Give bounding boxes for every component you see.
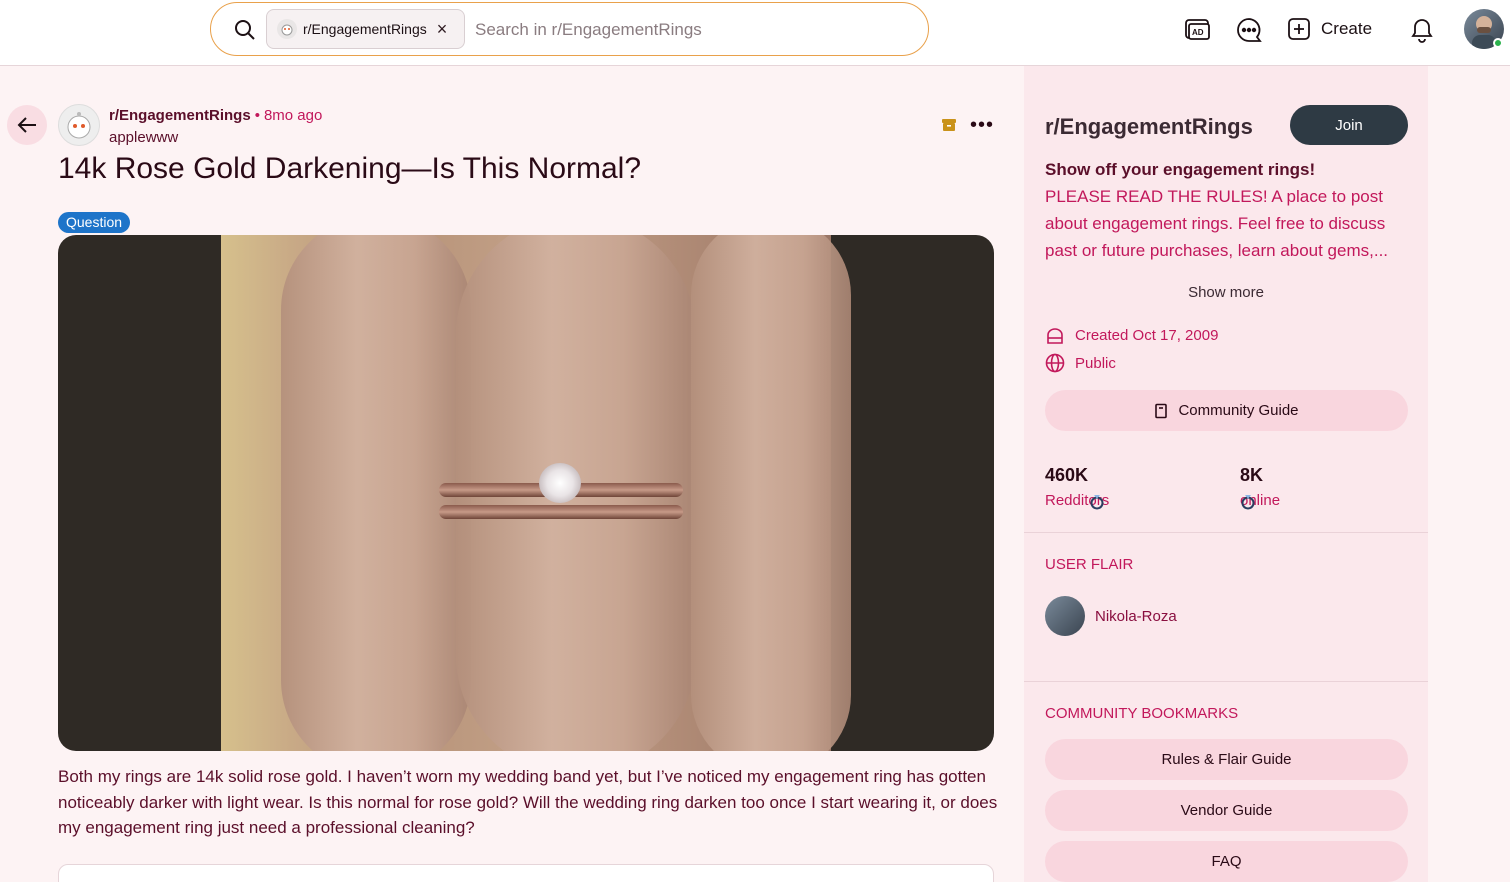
ring-photo bbox=[221, 235, 851, 751]
comment-box[interactable] bbox=[58, 864, 994, 882]
bookmarks-heading: COMMUNITY BOOKMARKS bbox=[1045, 705, 1239, 722]
search-bar[interactable]: r/EngagementRings × Search in r/Engageme… bbox=[210, 2, 929, 56]
book-icon bbox=[1155, 403, 1168, 418]
divider bbox=[1024, 532, 1428, 533]
sidebar-tagline: Show off your engagement rings! bbox=[1045, 160, 1316, 179]
bell-icon[interactable] bbox=[1408, 16, 1436, 44]
sidebar: r/EngagementRings Join Show off your eng… bbox=[1024, 66, 1428, 882]
post-time: 8mo ago bbox=[263, 107, 323, 124]
bookmark-rules-button[interactable]: Rules & Flair Guide bbox=[1045, 739, 1408, 780]
subreddit-avatar-icon bbox=[277, 19, 297, 39]
user-flair[interactable]: Nikola-Roza bbox=[1045, 596, 1177, 636]
arrow-left-icon bbox=[17, 117, 36, 133]
visibility-info: Public bbox=[1045, 353, 1116, 373]
user-flair-name: Nikola-Roza bbox=[1095, 607, 1177, 625]
ring-icon bbox=[1241, 495, 1255, 510]
ring-icon bbox=[1090, 495, 1104, 510]
top-header: r/EngagementRings × Search in r/Engageme… bbox=[0, 0, 1510, 66]
cake-icon bbox=[1047, 328, 1063, 344]
community-guide-button[interactable]: Community Guide bbox=[1045, 390, 1408, 431]
plus-square-icon bbox=[1288, 18, 1310, 40]
post-image[interactable] bbox=[58, 235, 994, 751]
sidebar-title: r/EngagementRings bbox=[1045, 114, 1253, 139]
more-options-icon[interactable]: ••• bbox=[970, 114, 994, 137]
divider bbox=[1024, 681, 1428, 682]
subreddit-link[interactable]: r/EngagementRings bbox=[109, 107, 251, 124]
show-more-button[interactable]: Show more bbox=[1024, 284, 1428, 301]
avatar bbox=[1045, 596, 1085, 636]
post-title: 14k Rose Gold Darkening—Is This Normal? bbox=[58, 152, 642, 185]
user-flair-heading: USER FLAIR bbox=[1045, 556, 1134, 573]
sidebar-description: PLEASE READ THE RULES! A place to post a… bbox=[1045, 187, 1389, 260]
svg-text:AD: AD bbox=[1192, 28, 1204, 37]
post-author[interactable]: applewww bbox=[109, 129, 178, 146]
create-label: Create bbox=[1321, 19, 1373, 38]
meta-separator: • bbox=[254, 107, 260, 124]
archive-icon bbox=[942, 119, 956, 131]
create-button[interactable]: Create bbox=[1287, 12, 1372, 46]
post-body: Both my rings are 14k solid rose gold. I… bbox=[58, 767, 998, 837]
post-flair[interactable]: Question bbox=[58, 212, 131, 233]
search-input[interactable]: Search in r/EngagementRings bbox=[475, 20, 702, 40]
created-date: Created Oct 17, 2009 bbox=[1075, 326, 1219, 344]
back-button[interactable] bbox=[7, 105, 47, 145]
search-icon[interactable] bbox=[233, 18, 257, 42]
visibility-label: Public bbox=[1075, 354, 1116, 372]
online-count: 8K bbox=[1240, 465, 1264, 485]
members-count: 460K bbox=[1045, 465, 1089, 485]
snoo-icon bbox=[67, 112, 91, 139]
community-guide-label: Community Guide bbox=[1178, 402, 1299, 419]
bookmark-vendor-guide-button[interactable]: Vendor Guide bbox=[1045, 790, 1408, 831]
online-status-dot bbox=[1493, 38, 1503, 48]
globe-icon bbox=[1045, 353, 1065, 373]
created-info: Created Oct 17, 2009 bbox=[1045, 325, 1218, 345]
chat-icon[interactable] bbox=[1235, 16, 1263, 44]
subreddit-search-chip[interactable]: r/EngagementRings × bbox=[266, 9, 465, 49]
join-button[interactable]: Join bbox=[1290, 105, 1408, 145]
search-chip-label: r/EngagementRings bbox=[303, 21, 427, 37]
close-icon[interactable]: × bbox=[437, 20, 448, 38]
ad-icon[interactable]: AD bbox=[1184, 16, 1212, 44]
bookmark-faq-button[interactable]: FAQ bbox=[1045, 841, 1408, 882]
subreddit-avatar[interactable] bbox=[58, 104, 100, 146]
post-meta: r/EngagementRings • 8mo ago bbox=[109, 107, 322, 124]
